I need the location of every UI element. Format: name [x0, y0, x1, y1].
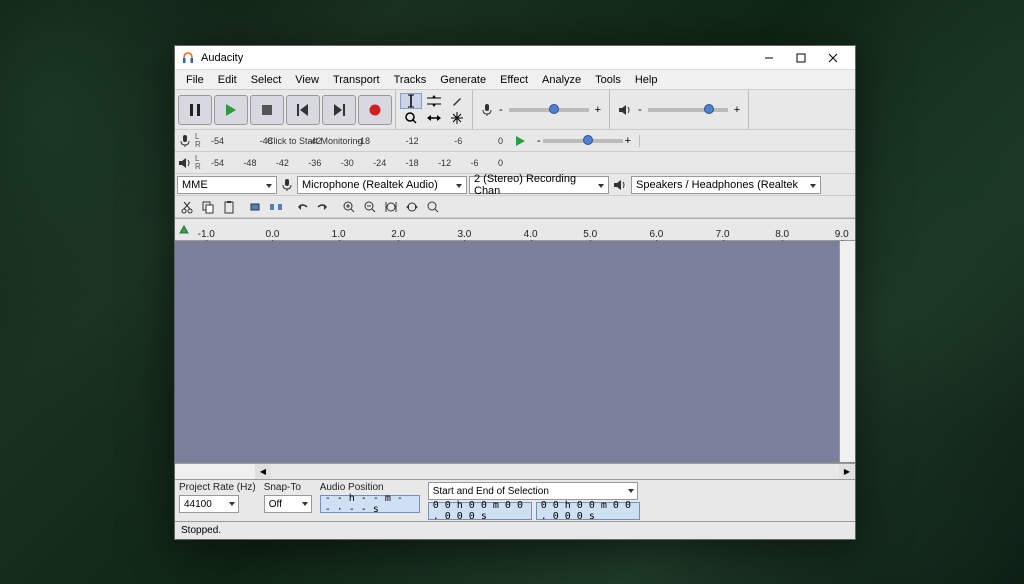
- edit-toolbar: [175, 196, 855, 218]
- zoom-out-button[interactable]: [360, 197, 380, 217]
- trim-button[interactable]: [245, 197, 265, 217]
- menu-analyze[interactable]: Analyze: [535, 72, 588, 88]
- playback-meter[interactable]: LR -54 -48 -42 -36 -30 -24 -18 -12 -6 0: [175, 152, 855, 174]
- scroll-right-arrow[interactable]: ▶: [839, 464, 855, 479]
- playback-volume-slider[interactable]: [648, 108, 728, 112]
- skip-end-button[interactable]: [322, 95, 356, 125]
- device-toolbar: MME Microphone (Realtek Audio) 2 (Stereo…: [175, 174, 855, 196]
- slider-minus: -: [537, 135, 541, 147]
- recording-channels-select[interactable]: 2 (Stereo) Recording Chan: [469, 176, 609, 194]
- snap-to-select[interactable]: Off: [264, 495, 312, 513]
- record-button[interactable]: [358, 95, 392, 125]
- menu-effect[interactable]: Effect: [493, 72, 535, 88]
- menu-file[interactable]: File: [179, 72, 211, 88]
- channel-r-label: R: [195, 163, 207, 171]
- play-at-speed-slider[interactable]: [543, 139, 623, 143]
- cut-button[interactable]: [177, 197, 197, 217]
- monitoring-hint[interactable]: Click to Start Monitoring: [267, 136, 363, 146]
- redo-button[interactable]: [313, 197, 333, 217]
- selection-toolbar: Project Rate (Hz) 44100 Snap-To Off Audi…: [175, 479, 855, 521]
- channel-r-label: R: [195, 141, 207, 149]
- zoom-tool[interactable]: [400, 110, 422, 126]
- playback-volume-slider-section: - +: [610, 90, 749, 129]
- slider-plus: +: [595, 104, 601, 116]
- recording-device-select[interactable]: Microphone (Realtek Audio): [297, 176, 467, 194]
- fit-selection-button[interactable]: [381, 197, 401, 217]
- recording-volume-slider-section: - +: [473, 90, 610, 129]
- microphone-icon: [279, 178, 295, 192]
- track-area[interactable]: [175, 241, 855, 463]
- menu-tools[interactable]: Tools: [588, 72, 628, 88]
- tools-toolbar: [396, 90, 473, 129]
- undo-button[interactable]: [292, 197, 312, 217]
- selection-type-select[interactable]: Start and End of Selection: [428, 482, 638, 500]
- timeline[interactable]: -1.0 0.0 1.0 2.0 3.0 4.0 5.0 6.0 7.0 8.0…: [175, 219, 855, 241]
- vertical-scrollbar[interactable]: [839, 241, 855, 462]
- status-bar: Stopped.: [175, 521, 855, 539]
- zoom-in-button[interactable]: [339, 197, 359, 217]
- fit-project-button[interactable]: [402, 197, 422, 217]
- close-button[interactable]: [817, 48, 849, 68]
- audio-host-select[interactable]: MME: [177, 176, 277, 194]
- project-rate-select[interactable]: 44100: [179, 495, 239, 513]
- microphone-icon: [175, 134, 195, 148]
- horizontal-scrollbar[interactable]: ◀ ▶: [175, 463, 855, 479]
- window-title: Audacity: [201, 52, 753, 64]
- multi-tool[interactable]: [446, 110, 468, 126]
- slider-minus: -: [638, 104, 642, 116]
- minimize-button[interactable]: [753, 48, 785, 68]
- envelope-tool[interactable]: [423, 93, 445, 109]
- recording-meter[interactable]: LR -54 -48 -42 Click to Start Monitoring…: [175, 130, 855, 152]
- copy-button[interactable]: [198, 197, 218, 217]
- menu-help[interactable]: Help: [628, 72, 665, 88]
- timeshift-tool[interactable]: [423, 110, 445, 126]
- app-icon: [181, 51, 195, 65]
- zoom-toggle-button[interactable]: [423, 197, 443, 217]
- menubar: File Edit Select View Transport Tracks G…: [175, 70, 855, 90]
- menu-view[interactable]: View: [288, 72, 326, 88]
- draw-tool[interactable]: [446, 93, 468, 109]
- menu-tracks[interactable]: Tracks: [387, 72, 434, 88]
- stop-button[interactable]: [250, 95, 284, 125]
- microphone-icon: [481, 103, 493, 117]
- speaker-icon: [175, 157, 195, 169]
- status-text: Stopped.: [181, 525, 221, 536]
- slider-plus: +: [625, 135, 631, 147]
- toolbars: - + - + LR -54 -48 -42 Click to Start Mo…: [175, 90, 855, 219]
- pause-button[interactable]: [178, 95, 212, 125]
- audio-position-label: Audio Position: [320, 482, 420, 493]
- selection-tool[interactable]: [400, 93, 422, 109]
- menu-select[interactable]: Select: [244, 72, 289, 88]
- snap-to-label: Snap-To: [264, 482, 312, 493]
- slider-plus: +: [734, 104, 740, 116]
- recording-volume-slider[interactable]: [509, 108, 589, 112]
- transport-toolbar: [175, 90, 396, 129]
- scroll-left-arrow[interactable]: ◀: [255, 464, 271, 479]
- play-at-speed-button[interactable]: [515, 135, 527, 147]
- project-rate-label: Project Rate (Hz): [179, 482, 256, 493]
- play-button[interactable]: [214, 95, 248, 125]
- maximize-button[interactable]: [785, 48, 817, 68]
- paste-button[interactable]: [219, 197, 239, 217]
- selection-start-field[interactable]: 0 0 h 0 0 m 0 0 . 0 0 0 s: [428, 502, 532, 520]
- skip-start-button[interactable]: [286, 95, 320, 125]
- titlebar: Audacity: [175, 46, 855, 70]
- menu-transport[interactable]: Transport: [326, 72, 387, 88]
- speaker-icon: [611, 179, 629, 191]
- playback-device-select[interactable]: Speakers / Headphones (Realtek: [631, 176, 821, 194]
- timeline-pin-icon[interactable]: [175, 219, 193, 240]
- menu-generate[interactable]: Generate: [433, 72, 493, 88]
- selection-end-field[interactable]: 0 0 h 0 0 m 0 0 . 0 0 0 s: [536, 502, 640, 520]
- menu-edit[interactable]: Edit: [211, 72, 244, 88]
- silence-button[interactable]: [266, 197, 286, 217]
- audacity-window: Audacity File Edit Select View Transport…: [174, 45, 856, 540]
- audio-position-field[interactable]: - - h - - m - - · - - s: [320, 495, 420, 513]
- speaker-icon: [618, 104, 632, 116]
- slider-minus: -: [499, 104, 503, 116]
